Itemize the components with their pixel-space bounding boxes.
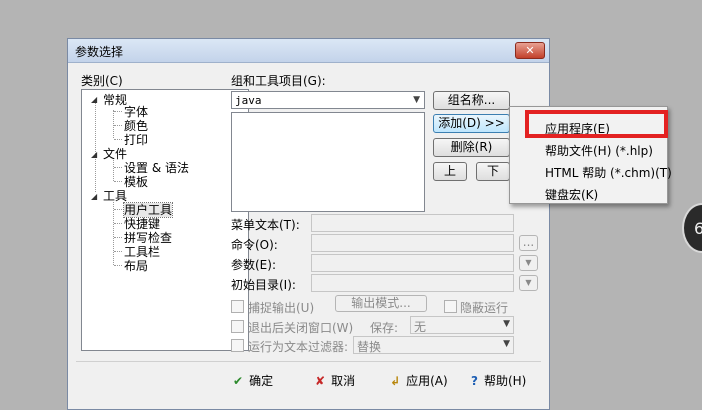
dropdown-arrow-icon: ▼ [503,339,510,349]
menu-item-keyboard-macro[interactable]: 键盘宏(K) [545,186,598,203]
groups-label: 组和工具项目(G): [231,74,326,88]
delete-button[interactable]: 删除(R) [433,138,510,157]
desktop-widget: 6 [682,203,702,253]
tree-line [114,223,122,224]
menu-item-help-file[interactable]: 帮助文件(H) (*.hlp) [545,142,653,159]
tree-node-settings-syntax[interactable]: 设置 & 语法 [124,161,189,175]
apply-label: 应用(A) [406,374,448,388]
tree-line [114,237,122,238]
tree-line [114,265,122,266]
divider [76,361,541,362]
tree-line [95,100,96,192]
help-icon: ? [471,374,478,388]
preferences-dialog: 参数选择 ✕ 类别(C) ◢ 常规 字体 颜色 打印 ◢ 文件 设置 & 语法 … [67,38,550,410]
params-input[interactable] [311,254,514,272]
group-select[interactable]: java ▼ [231,91,425,109]
tree-line [113,202,114,265]
text-filter-checkbox[interactable] [231,339,244,352]
browse-button[interactable]: ... [519,235,538,251]
tree-node-print[interactable]: 打印 [124,133,148,147]
command-label: 命令(O): [231,238,278,252]
filter-select[interactable]: 替换 ▼ [353,336,514,354]
apply-button[interactable]: ↲ 应用(A) [390,372,448,389]
params-dropdown-button[interactable]: ▼ [519,255,538,271]
tree-node-shortcuts[interactable]: 快捷键 [124,217,160,231]
close-on-exit-checkbox[interactable] [231,320,244,333]
tree-line [114,167,122,168]
command-input[interactable] [311,234,514,252]
highlight-box [525,110,668,138]
tree-node-template[interactable]: 模板 [124,175,148,189]
group-select-value: java [235,94,262,107]
tree-line [114,125,122,126]
save-select-value: 无 [414,320,427,334]
text-filter-label: 运行为文本过滤器: [248,340,349,354]
params-label: 参数(E): [231,258,276,272]
tree-line [114,139,122,140]
init-dir-dropdown-button[interactable]: ▼ [519,275,538,291]
init-dir-input[interactable] [311,274,514,292]
close-button[interactable]: ✕ [515,42,545,59]
cancel-button[interactable]: ✘ 取消 [315,372,355,389]
menu-item-html-help[interactable]: HTML 帮助 (*.chm)(T) [545,164,672,181]
ok-label: 确定 [249,374,274,388]
category-label: 类别(C) [81,74,123,88]
cross-icon: ✘ [315,374,326,388]
output-mode-button[interactable]: 输出模式... [335,295,427,312]
close-on-exit-label: 退出后关闭窗口(W) [248,321,354,335]
tree-node-font[interactable]: 字体 [124,105,148,119]
help-button[interactable]: ? 帮助(H) [471,372,526,389]
add-button[interactable]: 添加(D) >> [433,114,510,133]
collapse-arrow-icon[interactable]: ◢ [91,150,97,159]
save-label: 保存: [370,321,399,335]
checkmark-icon: ✔ [233,374,244,388]
tree-node-user-tools[interactable]: 用户工具 [122,202,174,218]
tool-list[interactable] [231,112,425,212]
widget-number: 6 [694,219,702,238]
dialog-title: 参数选择 [75,45,124,59]
tree-line [114,209,122,210]
tree-line [113,160,114,181]
group-name-button[interactable]: 组名称... [433,91,510,110]
dropdown-arrow-icon: ▼ [503,319,510,329]
title-bar[interactable]: 参数选择 ✕ [68,39,549,63]
menu-text-label: 菜单文本(T): [231,218,300,232]
tree-line [113,110,114,138]
tree-line [114,111,122,112]
collapse-arrow-icon[interactable]: ◢ [91,95,97,104]
move-up-button[interactable]: 上 [433,162,467,181]
tree-node-layout[interactable]: 布局 [124,259,148,273]
ok-button[interactable]: ✔ 确定 [233,372,273,389]
cancel-label: 取消 [331,374,356,388]
category-tree[interactable]: ◢ 常规 字体 颜色 打印 ◢ 文件 设置 & 语法 模板 ◢ 工具 用户工具 … [81,89,249,351]
save-select[interactable]: 无 ▼ [410,316,514,334]
hide-run-label: 隐蔽运行 [460,301,509,315]
apply-arrow-icon: ↲ [390,374,401,388]
tree-node-toolbar[interactable]: 工具栏 [124,245,160,259]
init-dir-label: 初始目录(I): [231,278,296,292]
capture-output-checkbox[interactable] [231,300,244,313]
move-down-button[interactable]: 下 [476,162,510,181]
tree-node-color[interactable]: 颜色 [124,119,148,133]
tree-node-tools[interactable]: 工具 [103,189,127,203]
tree-line [114,251,122,252]
tree-line [114,181,122,182]
menu-text-input[interactable] [311,214,514,232]
capture-output-label: 捕捉输出(U) [248,301,315,315]
tree-node-file[interactable]: 文件 [103,147,127,161]
filter-select-value: 替换 [357,340,382,354]
dropdown-arrow-icon: ▼ [413,95,420,105]
hide-run-checkbox[interactable] [444,300,457,313]
collapse-arrow-icon[interactable]: ◢ [91,192,97,201]
help-label: 帮助(H) [483,374,527,388]
tree-node-spellcheck[interactable]: 拼写检查 [124,231,172,245]
